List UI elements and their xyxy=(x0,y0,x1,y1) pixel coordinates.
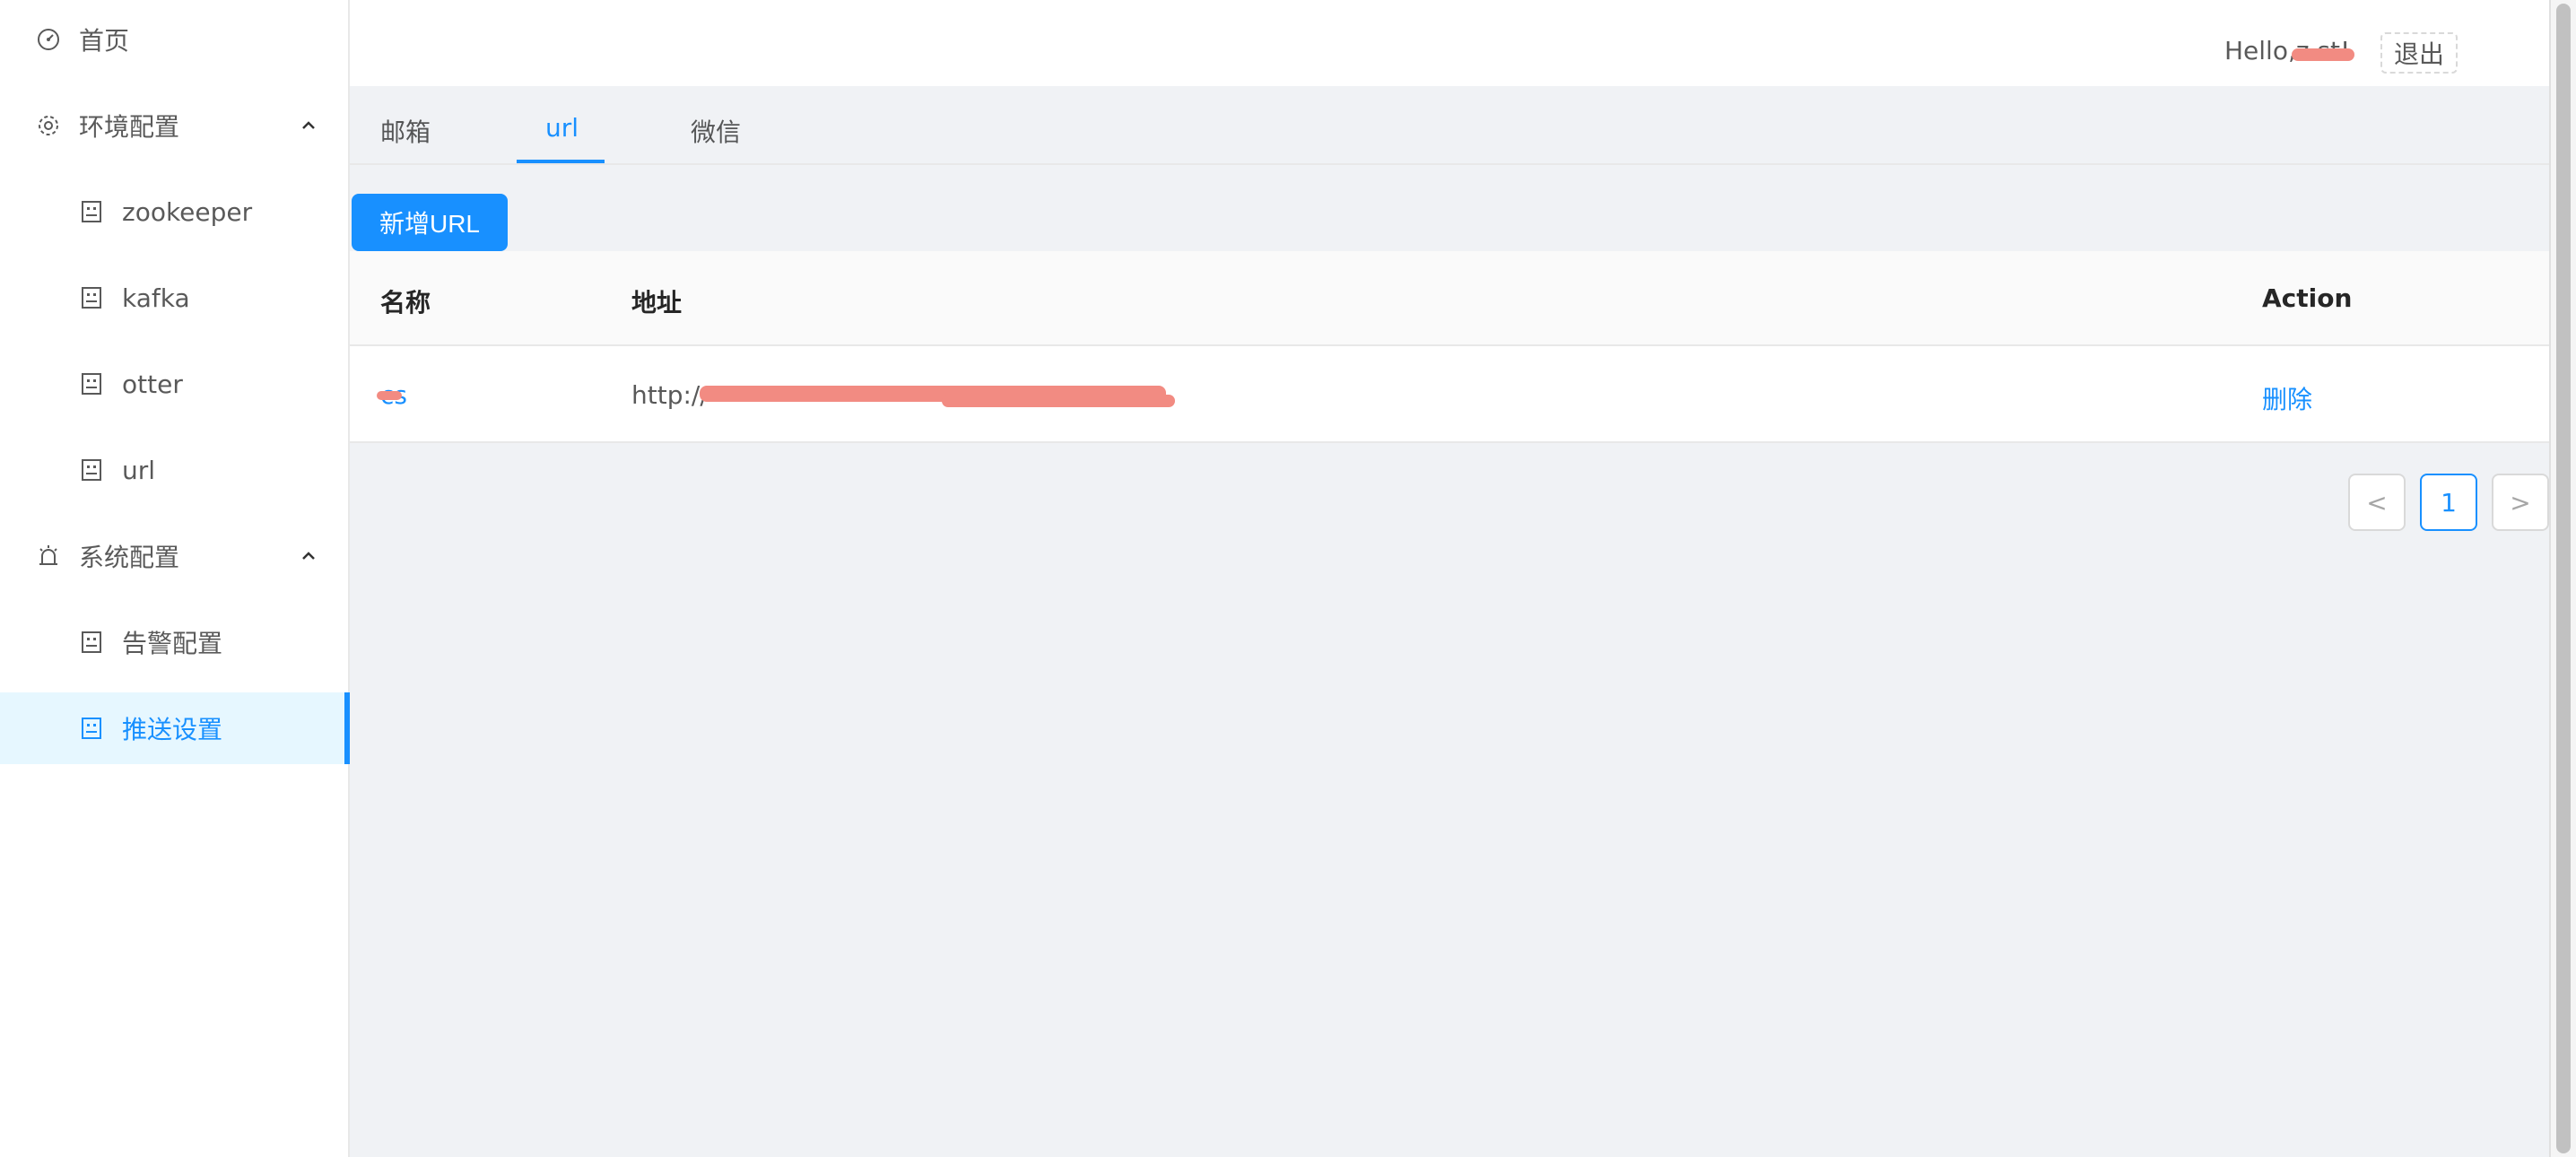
chevron-up-icon xyxy=(302,121,315,129)
chevron-up-icon xyxy=(302,552,315,560)
pagination-prev-button[interactable]: < xyxy=(2348,474,2406,531)
menu-item-zookeeper[interactable]: zookeeper xyxy=(0,176,350,248)
file-icon xyxy=(79,199,104,224)
add-url-button[interactable]: 新增URL xyxy=(352,194,508,251)
file-icon xyxy=(79,716,104,741)
menu-item-push-settings[interactable]: 推送设置 xyxy=(0,692,350,764)
redaction-mark xyxy=(377,391,402,400)
menu-item-label: 环境配置 xyxy=(79,112,180,142)
delete-link[interactable]: 删除 xyxy=(2262,380,2312,416)
tab-url[interactable]: url xyxy=(545,113,579,143)
alarm-icon xyxy=(36,544,61,569)
tab-email[interactable]: 邮箱 xyxy=(380,113,431,149)
menu-item-home[interactable]: 首页 xyxy=(0,4,350,75)
redaction-mark xyxy=(942,395,1175,407)
menu-item-otter[interactable]: otter xyxy=(0,348,350,420)
menu-item-label: 系统配置 xyxy=(79,543,180,572)
vertical-scrollbar[interactable] xyxy=(2549,0,2576,1157)
logout-button[interactable]: 退出 xyxy=(2380,32,2458,74)
column-header-name: 名称 xyxy=(380,288,431,318)
menu-item-label: otter xyxy=(122,369,183,399)
table-header: 名称 地址 Action xyxy=(350,251,2549,346)
menu-item-label: 告警配置 xyxy=(122,629,223,658)
gear-icon xyxy=(36,113,61,138)
row-address: http:// xyxy=(631,380,709,410)
menu-item-label: 推送设置 xyxy=(122,715,223,744)
column-header-address: 地址 xyxy=(631,288,683,318)
menu-item-label: kafka xyxy=(122,283,190,313)
column-header-action: Action xyxy=(2262,283,2353,313)
menu-item-alert-config[interactable]: 告警配置 xyxy=(0,606,350,678)
menu-item-label: 首页 xyxy=(79,26,130,56)
scrollbar-thumb[interactable] xyxy=(2556,4,2571,1153)
menu-item-kafka[interactable]: kafka xyxy=(0,262,350,334)
pagination-page-1[interactable]: 1 xyxy=(2420,474,2477,531)
menu-item-label: zookeeper xyxy=(122,196,253,227)
pagination-next-button[interactable]: > xyxy=(2492,474,2549,531)
menu-item-system-config[interactable]: 系统配置 xyxy=(0,520,350,592)
tab-bar: 邮箱 url 微信 xyxy=(350,86,2549,165)
file-icon xyxy=(79,457,104,483)
file-icon xyxy=(79,371,104,396)
table-row: cs http:// 删除 xyxy=(350,346,2549,443)
file-icon xyxy=(79,630,104,655)
url-table: 名称 地址 Action cs http:// 删除 xyxy=(350,251,2549,443)
menu-item-env-config[interactable]: 环境配置 xyxy=(0,90,350,161)
tab-wechat[interactable]: 微信 xyxy=(691,113,741,149)
menu-item-url[interactable]: url xyxy=(0,434,350,506)
sidebar: 首页 环境配置 zookeeper kafka otter url 系统配置 告… xyxy=(0,0,350,1157)
redaction-mark xyxy=(2292,48,2354,61)
header xyxy=(350,0,2549,86)
file-icon xyxy=(79,285,104,310)
menu-item-label: url xyxy=(122,455,156,485)
dashboard-icon xyxy=(36,27,61,52)
tab-ink-bar xyxy=(517,160,605,163)
